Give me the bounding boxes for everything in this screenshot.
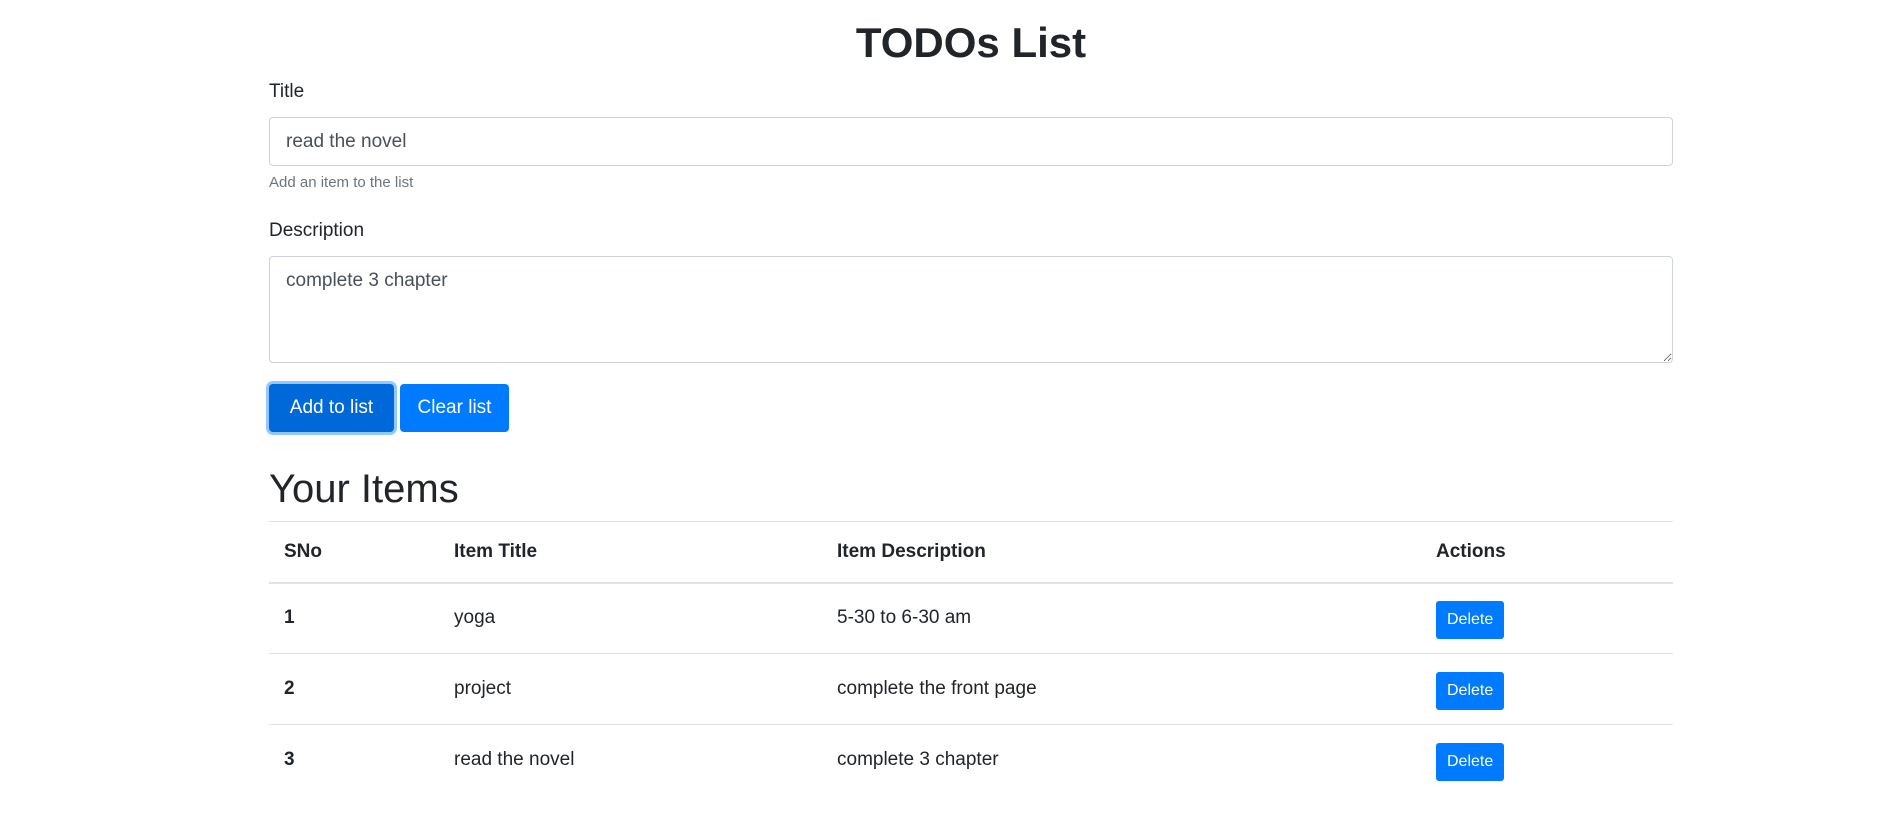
column-header-actions: Actions bbox=[1421, 521, 1673, 584]
column-header-item-title: Item Title bbox=[439, 521, 822, 584]
row-sno: 1 bbox=[269, 582, 439, 654]
delete-button[interactable]: Delete bbox=[1436, 672, 1505, 710]
row-title: read the novel bbox=[439, 724, 822, 796]
clear-list-button[interactable]: Clear list bbox=[400, 384, 509, 432]
table-row: 2 project complete the front page Delete bbox=[269, 653, 1673, 725]
row-title: yoga bbox=[439, 582, 822, 654]
column-header-item-description: Item Description bbox=[822, 521, 1421, 584]
row-sno: 3 bbox=[269, 724, 439, 796]
delete-button[interactable]: Delete bbox=[1436, 601, 1505, 640]
items-table: SNo Item Title Item Description Actions … bbox=[269, 521, 1673, 796]
row-actions: Delete bbox=[1421, 724, 1673, 796]
column-header-sno: SNo bbox=[269, 521, 439, 584]
table-header-row: SNo Item Title Item Description Actions bbox=[269, 521, 1673, 584]
row-description: 5-30 to 6-30 am bbox=[822, 582, 1421, 654]
page-title: TODOs List bbox=[855, 19, 1087, 66]
row-actions: Delete bbox=[1421, 582, 1673, 654]
row-description: complete 3 chapter bbox=[822, 724, 1421, 796]
row-actions: Delete bbox=[1421, 653, 1673, 725]
delete-button[interactable]: Delete bbox=[1436, 743, 1505, 782]
row-title: project bbox=[439, 653, 822, 725]
your-items-heading: Your Items bbox=[269, 467, 459, 511]
row-description: complete the front page bbox=[822, 653, 1421, 725]
description-input[interactable]: complete 3 chapter bbox=[269, 256, 1673, 363]
title-help-text: Add an item to the list bbox=[269, 174, 414, 191]
title-input[interactable] bbox=[269, 117, 1673, 166]
table-row: 3 read the novel complete 3 chapter Dele… bbox=[269, 724, 1673, 796]
title-label: Title bbox=[269, 81, 305, 102]
row-sno: 2 bbox=[269, 653, 439, 725]
description-label: Description bbox=[269, 220, 365, 241]
table-row: 1 yoga 5-30 to 6-30 am Delete bbox=[269, 582, 1673, 654]
add-to-list-button[interactable]: Add to list bbox=[269, 384, 394, 432]
